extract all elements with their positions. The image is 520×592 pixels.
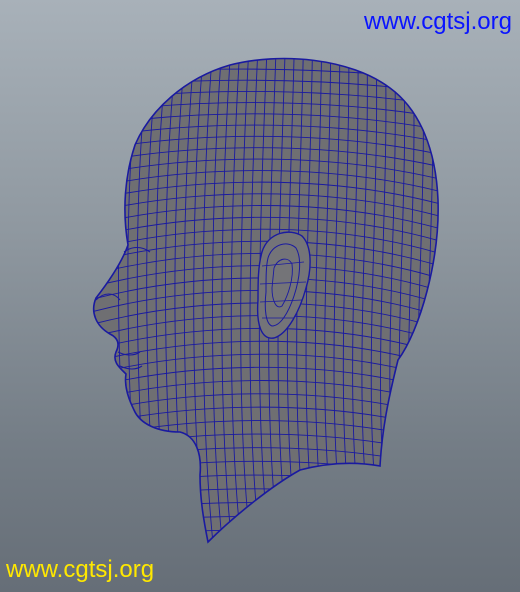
watermark-bottom: www.cgtsj.org (6, 556, 155, 583)
3d-viewport[interactable]: www.cgtsj.org www.cgtsj.org (0, 0, 520, 592)
head-wireframe-model[interactable] (0, 0, 520, 592)
watermark-top: www.cgtsj.org (363, 8, 512, 35)
